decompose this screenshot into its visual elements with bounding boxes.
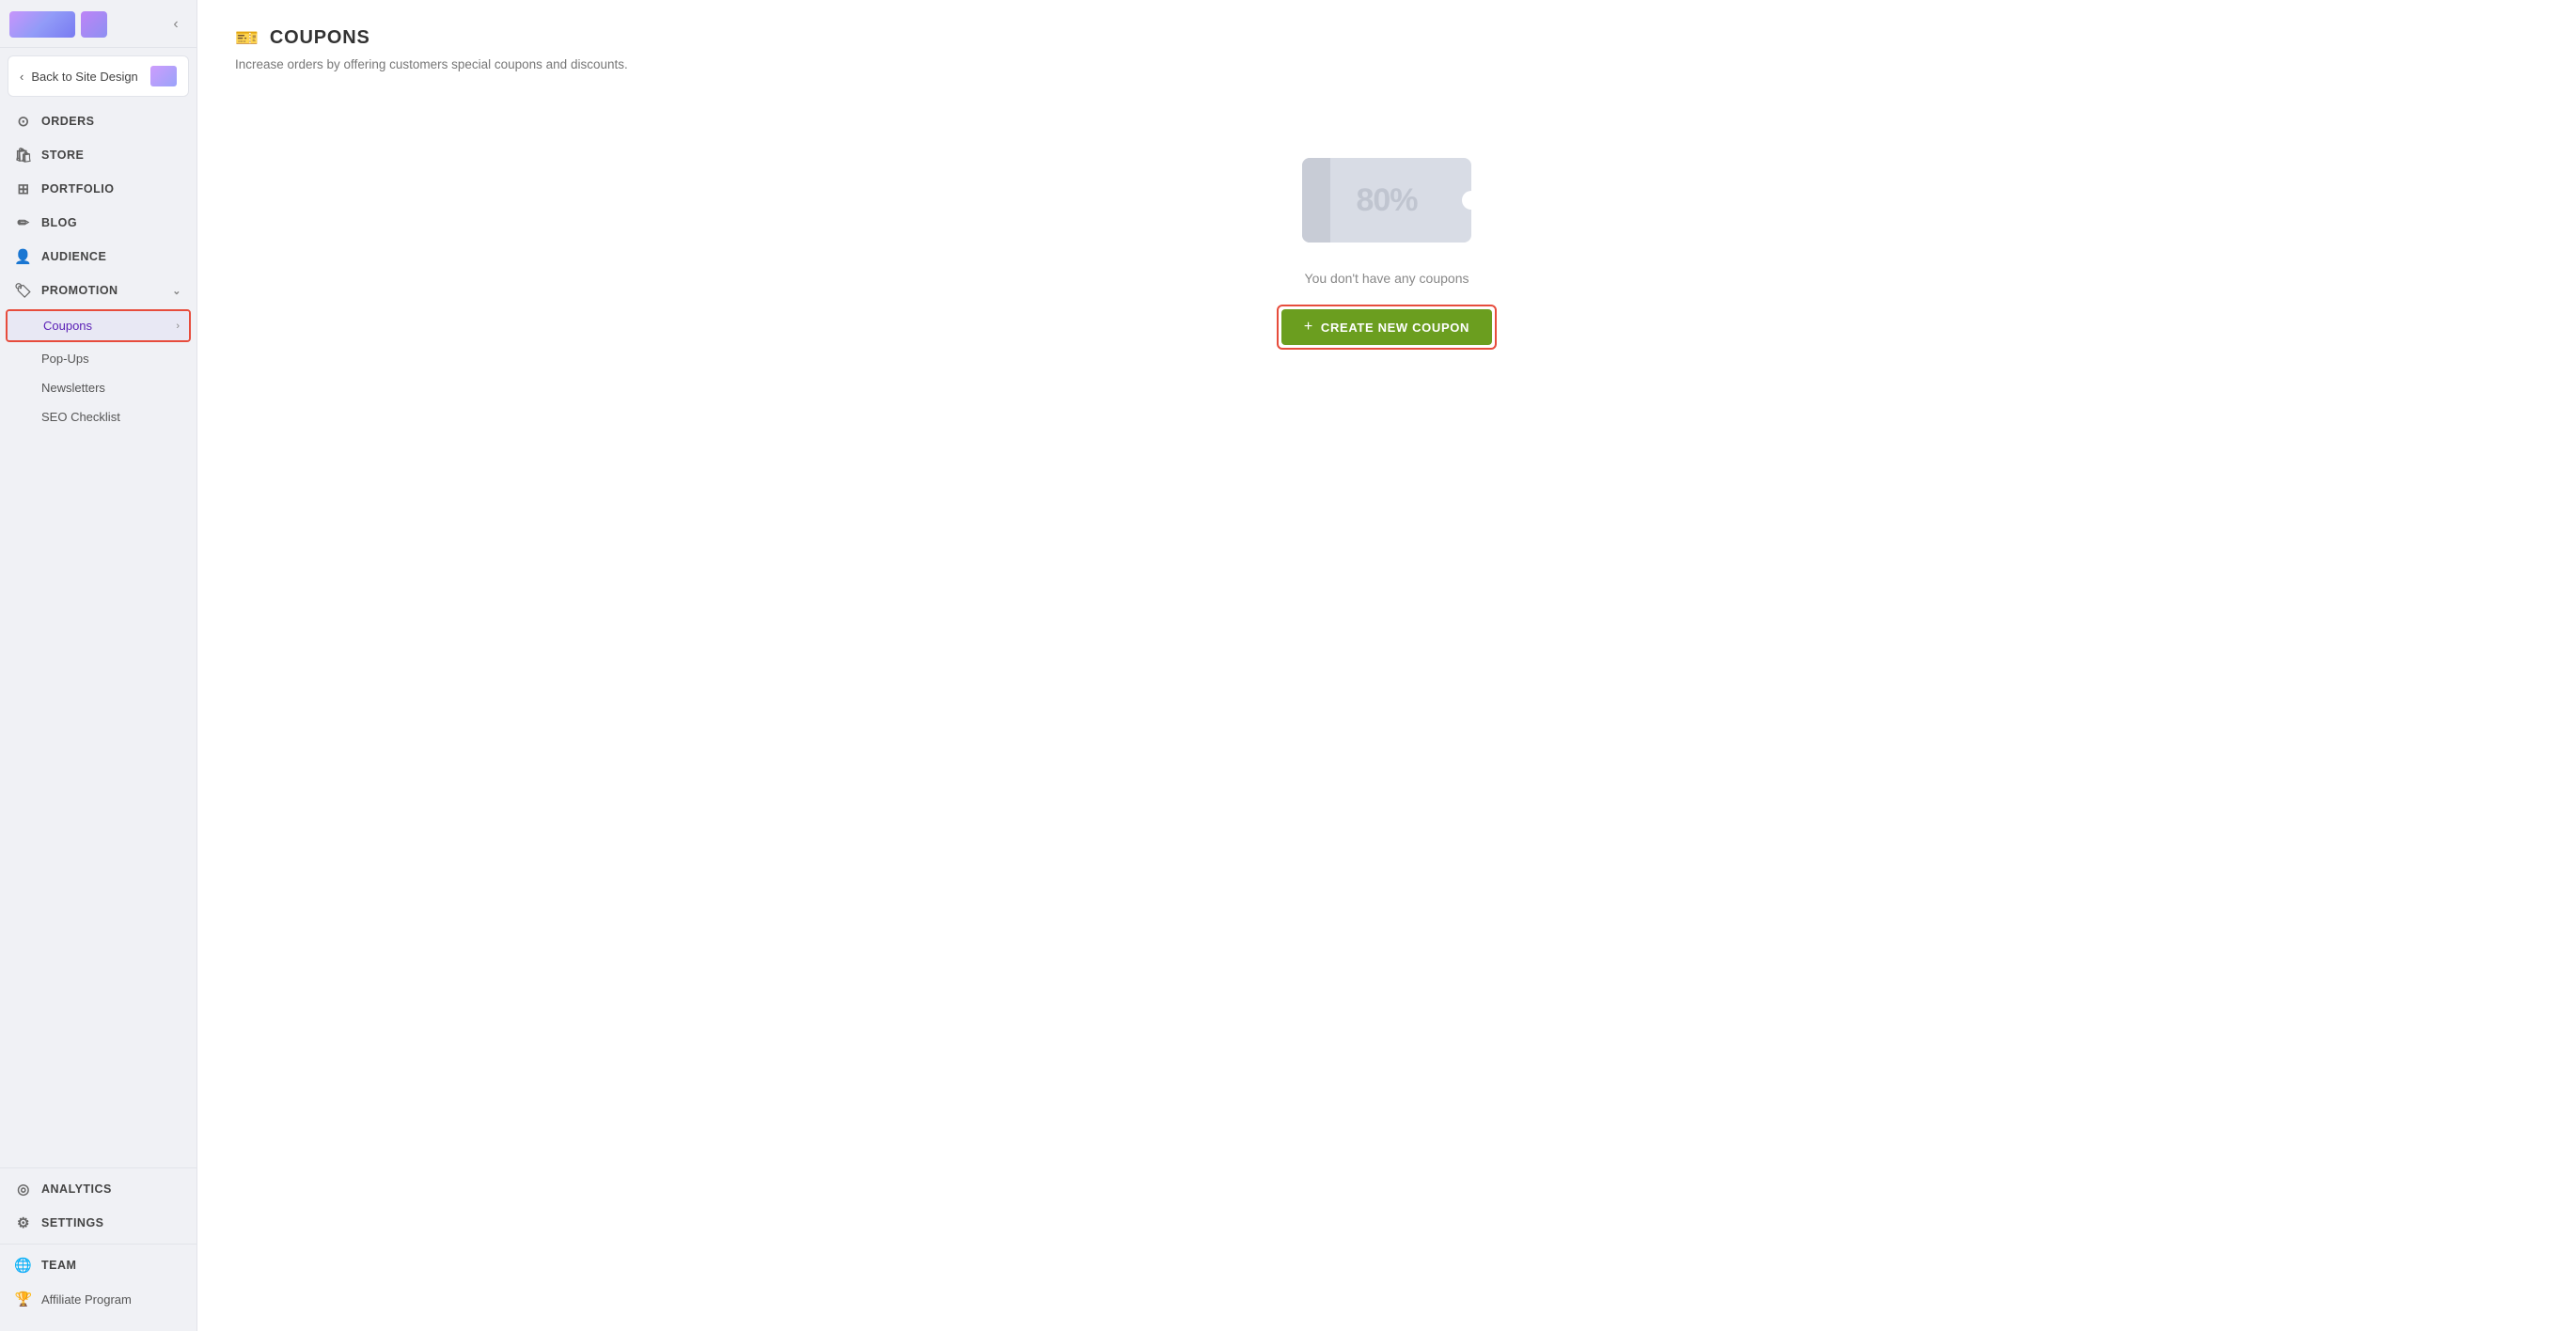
create-new-coupon-button[interactable]: + CREATE NEW COUPON <box>1281 309 1492 345</box>
orders-label: Orders <box>41 115 94 128</box>
coupon-left-tab <box>1302 158 1330 243</box>
settings-label: Settings <box>41 1216 104 1229</box>
portfolio-label: Portfolio <box>41 182 114 196</box>
create-coupon-button-wrapper: + CREATE NEW COUPON <box>1277 305 1497 350</box>
affiliate-icon: 🏆 <box>15 1291 32 1308</box>
blog-icon: ✏ <box>15 214 32 231</box>
page-subtitle: Increase orders by offering customers sp… <box>235 57 2538 71</box>
plus-icon: + <box>1304 319 1313 336</box>
audience-icon: 👤 <box>15 248 32 265</box>
settings-icon: ⚙ <box>15 1214 32 1231</box>
back-to-site-label: Back to Site Design <box>31 70 137 84</box>
coupons-active-wrapper: Coupons › <box>6 309 191 342</box>
analytics-icon: ◎ <box>15 1181 32 1198</box>
coupon-ticket: 80% <box>1302 158 1471 243</box>
coupons-label: Coupons <box>43 319 92 333</box>
sidebar-divider-2 <box>0 1244 196 1245</box>
sidebar-item-coupons[interactable]: Coupons › <box>8 311 189 340</box>
sidebar-divider <box>0 1167 196 1168</box>
affiliate-label: Affiliate Program <box>41 1292 132 1307</box>
team-label: Team <box>41 1259 76 1272</box>
logo-icon <box>81 11 107 38</box>
sidebar-item-popups[interactable]: Pop-Ups <box>0 344 196 373</box>
blog-label: Blog <box>41 216 77 229</box>
nav-section-main: ⊙ Orders 🛍 Store ⊞ Portfolio ✏ Blog 👤 Au… <box>0 101 196 435</box>
promotion-label: Promotion <box>41 284 118 297</box>
coupon-percentage-text: 80% <box>1356 182 1417 219</box>
sidebar-collapse-button[interactable]: ‹ <box>165 13 187 36</box>
sidebar-item-newsletters[interactable]: Newsletters <box>0 373 196 402</box>
sidebar-item-audience[interactable]: 👤 Audience <box>0 240 196 274</box>
page-title: Coupons <box>270 27 370 49</box>
coupons-arrow: › <box>176 321 180 332</box>
store-icon: 🛍 <box>15 147 32 164</box>
main-content: 🎫 Coupons Increase orders by offering cu… <box>197 0 2576 1331</box>
logo-block <box>9 11 107 38</box>
audience-label: Audience <box>41 250 106 263</box>
promotion-icon: 🏷 <box>15 282 32 299</box>
sidebar-item-team[interactable]: 🌐 Team <box>0 1248 196 1282</box>
promotion-arrow: ⌄ <box>172 285 181 297</box>
empty-state-message: You don't have any coupons <box>1305 271 1469 286</box>
sidebar-item-analytics[interactable]: ◎ Analytics <box>0 1172 196 1206</box>
sidebar-item-orders[interactable]: ⊙ Orders <box>0 104 196 138</box>
sidebar-item-affiliate[interactable]: 🏆 Affiliate Program <box>0 1282 196 1316</box>
coupon-graphic: 80% <box>1302 158 1471 252</box>
popups-label: Pop-Ups <box>41 352 89 366</box>
sidebar-item-blog[interactable]: ✏ Blog <box>0 206 196 240</box>
sidebar: ‹ ‹ Back to Site Design ⊙ Orders 🛍 Store… <box>0 0 197 1331</box>
analytics-label: Analytics <box>41 1182 112 1196</box>
page-header: 🎫 Coupons <box>235 26 2538 50</box>
portfolio-icon: ⊞ <box>15 180 32 197</box>
sidebar-bottom: ◎ Analytics ⚙ Settings 🌐 Team 🏆 Affiliat… <box>0 1164 196 1331</box>
seo-checklist-label: SEO Checklist <box>41 410 120 424</box>
empty-state: 80% You don't have any coupons + CREATE … <box>235 158 2538 350</box>
page-header-icon: 🎫 <box>235 26 259 50</box>
back-to-site-button[interactable]: ‹ Back to Site Design <box>8 55 189 97</box>
team-icon: 🌐 <box>15 1257 32 1274</box>
site-design-icon <box>150 66 177 86</box>
back-icon: ‹ <box>20 70 24 84</box>
newsletters-label: Newsletters <box>41 381 105 395</box>
sidebar-item-store[interactable]: 🛍 Store <box>0 138 196 172</box>
store-label: Store <box>41 149 84 162</box>
create-coupon-label: CREATE NEW COUPON <box>1321 321 1469 335</box>
sidebar-item-settings[interactable]: ⚙ Settings <box>0 1206 196 1240</box>
logo <box>9 11 75 38</box>
sidebar-item-portfolio[interactable]: ⊞ Portfolio <box>0 172 196 206</box>
sidebar-header: ‹ <box>0 0 196 48</box>
sidebar-item-seo-checklist[interactable]: SEO Checklist <box>0 402 196 431</box>
orders-icon: ⊙ <box>15 113 32 130</box>
sidebar-item-promotion[interactable]: 🏷 Promotion ⌄ <box>0 274 196 307</box>
